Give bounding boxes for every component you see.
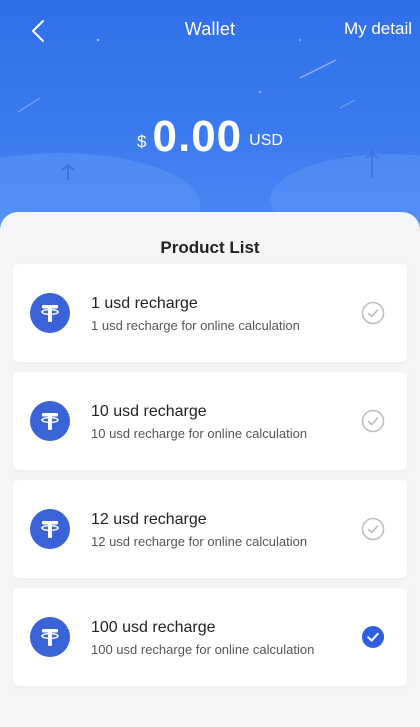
product-card-12-usd[interactable]: 12 usd recharge 12 usd recharge for onli… bbox=[13, 480, 407, 578]
product-subtitle: 1 usd recharge for online calculation bbox=[91, 318, 300, 333]
product-list-title: Product List bbox=[160, 238, 260, 257]
currency-symbol: $ bbox=[137, 132, 147, 151]
currency-unit: USD bbox=[249, 132, 283, 149]
check-circle-outline-icon[interactable] bbox=[361, 409, 385, 433]
tether-icon bbox=[30, 293, 70, 333]
product-card-1-usd[interactable]: 1 usd recharge 1 usd recharge for online… bbox=[13, 264, 407, 362]
tether-icon bbox=[30, 401, 70, 441]
top-navigation-bar: Wallet My detail bbox=[0, 0, 420, 62]
check-circle-outline-icon[interactable] bbox=[361, 301, 385, 325]
tether-icon bbox=[30, 509, 70, 549]
my-detail-link[interactable]: My detail bbox=[344, 19, 412, 39]
balance-amount: 0.00 bbox=[152, 112, 243, 161]
product-subtitle: 10 usd recharge for online calculation bbox=[91, 426, 308, 441]
product-subtitle: 12 usd recharge for online calculation bbox=[91, 534, 308, 549]
product-title: 10 usd recharge bbox=[91, 403, 207, 420]
product-card-100-usd[interactable]: 100 usd recharge 100 usd recharge for on… bbox=[13, 588, 407, 686]
check-circle-outline-icon[interactable] bbox=[361, 517, 385, 541]
product-subtitle: 100 usd recharge for online calculation bbox=[91, 642, 315, 657]
product-card-10-usd[interactable]: 10 usd recharge 10 usd recharge for onli… bbox=[13, 372, 407, 470]
check-circle-filled-icon[interactable] bbox=[361, 625, 385, 649]
product-list-panel: Product List 1 usd recharge 1 usd rechar… bbox=[0, 212, 420, 727]
tether-icon bbox=[30, 617, 70, 657]
balance-display: $ 0.00 USD bbox=[0, 112, 420, 162]
product-title: 100 usd recharge bbox=[91, 619, 216, 636]
product-title: 1 usd recharge bbox=[91, 295, 198, 312]
product-title: 12 usd recharge bbox=[91, 511, 207, 528]
